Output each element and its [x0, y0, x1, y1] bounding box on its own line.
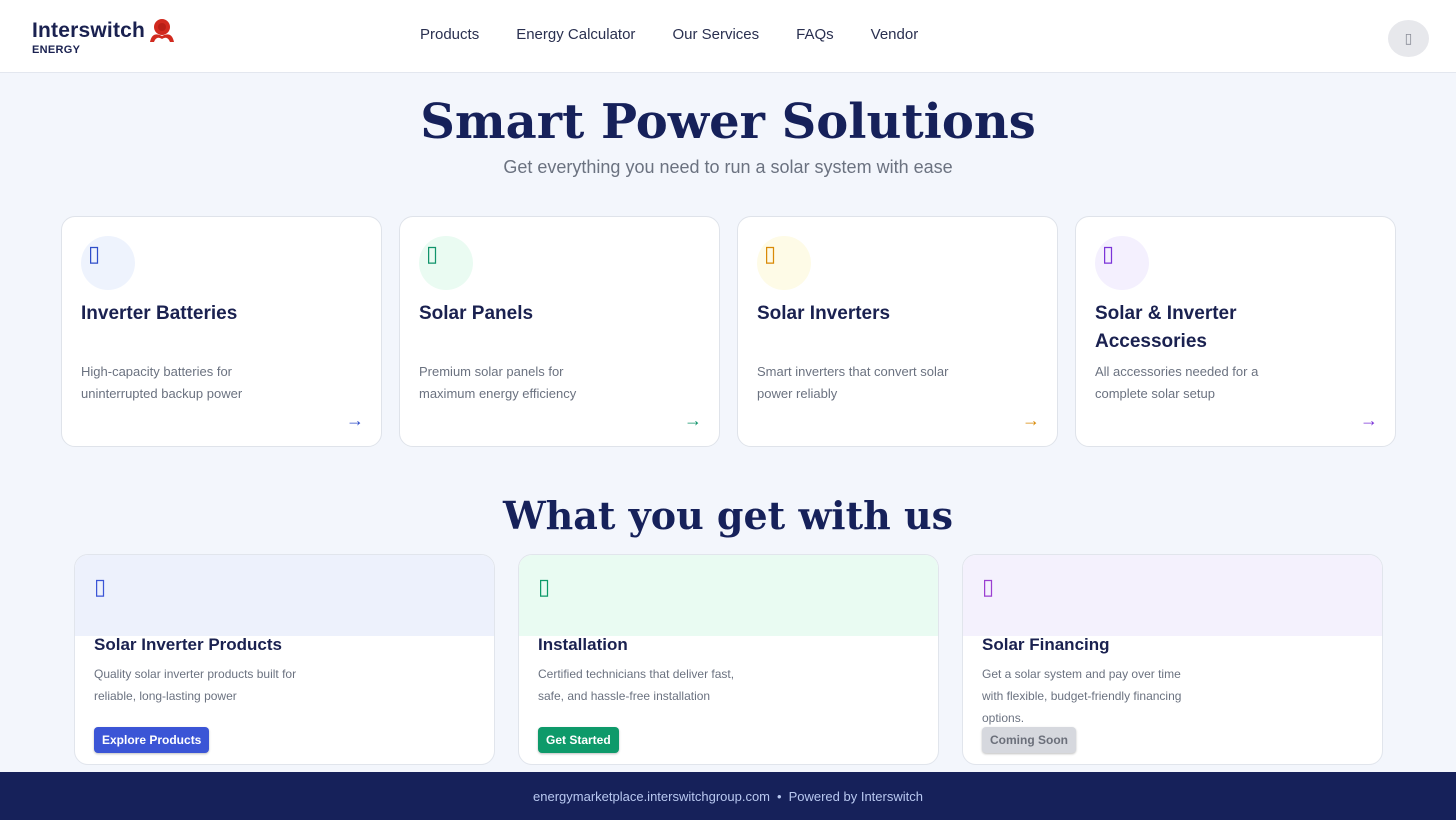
category-card-accessories[interactable]: ▯ Solar & Inverter Accessories All acces… [1075, 216, 1396, 447]
battery-icon: ▯ [88, 241, 101, 266]
box-icon: ▯ [94, 574, 107, 599]
category-icon-bg: ▯ [419, 236, 473, 290]
service-card-header [963, 555, 1382, 636]
arrow-right-icon[interactable]: → [346, 410, 364, 431]
arrow-right-icon[interactable]: → [1360, 410, 1378, 431]
main-nav: Products Energy Calculator Our Services FAQ… [420, 26, 955, 44]
footer-separator: • [777, 789, 782, 804]
interswitch-logo-icon [150, 19, 175, 42]
category-description: All accessories needed for a complete so… [1095, 364, 1259, 401]
service-card-installation: ▯ Installation Certified technicians tha… [518, 554, 939, 765]
nav-faqs[interactable]: FAQs [796, 26, 834, 43]
service-card-products: ▯ Solar Inverter Products Quality solar … [74, 554, 495, 765]
nav-energy-calculator[interactable]: Energy Calculator [516, 26, 635, 43]
service-description: Certified technicians that deliver fast,… [538, 667, 735, 703]
user-icon: ▯ [1404, 30, 1413, 46]
category-icon-bg: ▯ [1095, 236, 1149, 290]
solar-panel-icon: ▯ [426, 241, 439, 266]
category-title: Inverter Batteries [81, 303, 238, 324]
plug-icon: ▯ [1102, 241, 1115, 266]
service-card-financing: ▯ Solar Financing Get a solar system and… [962, 554, 1383, 765]
service-title: Solar Inverter Products [94, 635, 283, 654]
footer-domain-link[interactable]: energymarketplace.interswitchgroup.com [533, 789, 770, 804]
hero-subtitle: Get everything you need to run a solar s… [503, 157, 953, 177]
get-started-button[interactable]: Get Started [538, 727, 619, 753]
hero-title: Smart Power Solutions [420, 94, 1036, 150]
category-title: Solar Inverters [757, 303, 891, 324]
category-icon-bg: ▯ [81, 236, 135, 290]
nav-products[interactable]: Products [420, 26, 479, 43]
category-card-solar-panels[interactable]: ▯ Solar Panels Premium solar panels for … [399, 216, 720, 447]
brand-name: Interswitch [32, 19, 146, 42]
service-card-header [75, 555, 494, 636]
nav-vendor[interactable]: Vendor [871, 26, 919, 43]
brand-logo-link[interactable]: Interswitch ENERGY [32, 18, 178, 56]
category-title: Solar & Inverter Accessories [1095, 303, 1237, 352]
user-menu-button[interactable]: ▯ [1388, 20, 1429, 57]
service-card-header [519, 555, 938, 636]
top-header: Interswitch ENERGY Products Energy Calcul… [0, 0, 1456, 73]
category-description: Smart inverters that convert solar power… [757, 364, 949, 401]
brand-subtitle: ENERGY [32, 44, 81, 56]
footer: energymarketplace.interswitchgroup.com • P… [0, 772, 1456, 820]
category-description: Premium solar panels for maximum energy … [419, 364, 577, 401]
tools-icon: ▯ [538, 574, 551, 599]
explore-products-button[interactable]: Explore Products [94, 727, 210, 753]
service-description: Quality solar inverter products built fo… [94, 667, 297, 703]
arrow-right-icon[interactable]: → [684, 410, 702, 431]
service-description: Get a solar system and pay over time wit… [982, 667, 1182, 725]
wallet-icon: ▯ [982, 574, 995, 599]
service-title: Solar Financing [982, 635, 1110, 654]
category-description: High-capacity batteries for uninterrupte… [81, 364, 243, 401]
category-card-solar-inverters[interactable]: ▯ Solar Inverters Smart inverters that c… [737, 216, 1058, 447]
arrow-right-icon[interactable]: → [1022, 410, 1040, 431]
inverter-icon: ▯ [764, 241, 777, 266]
service-title: Installation [538, 635, 628, 654]
category-title: Solar Panels [419, 303, 534, 324]
footer-powered-by: Powered by Interswitch [788, 789, 923, 804]
nav-our-services[interactable]: Our Services [672, 26, 759, 43]
section-title: What you get with us [502, 493, 954, 538]
coming-soon-button[interactable]: Coming Soon [982, 727, 1076, 753]
category-icon-bg: ▯ [757, 236, 811, 290]
category-card-inverter-batteries[interactable]: ▯ Inverter Batteries High-capacity batte… [61, 216, 382, 447]
